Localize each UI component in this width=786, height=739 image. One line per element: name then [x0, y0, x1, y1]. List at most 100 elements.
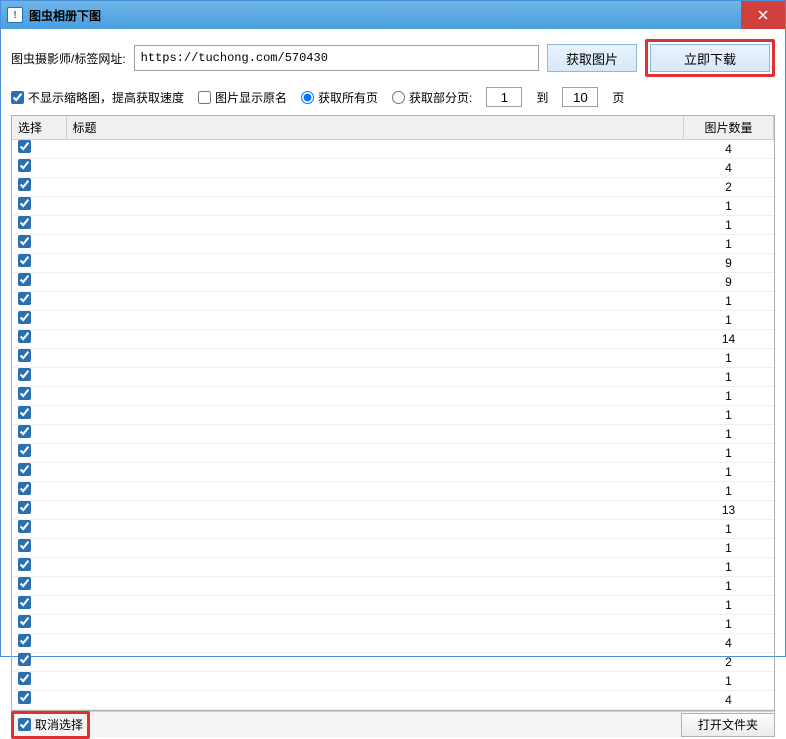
row-checkbox[interactable] — [18, 558, 31, 571]
row-checkbox[interactable] — [18, 444, 31, 457]
row-checkbox[interactable] — [18, 653, 31, 666]
page-to-input[interactable] — [562, 87, 598, 107]
table-row[interactable]: 1 — [12, 292, 774, 311]
all-pages-option[interactable]: 获取所有页 — [301, 89, 378, 106]
table-row[interactable]: 14 — [12, 330, 774, 349]
table-row[interactable]: 1 — [12, 235, 774, 254]
table-row[interactable]: 1 — [12, 349, 774, 368]
fetch-button[interactable]: 获取图片 — [547, 44, 637, 72]
row-checkbox[interactable] — [18, 482, 31, 495]
partial-pages-option[interactable]: 获取部分页: — [392, 89, 472, 106]
row-checkbox[interactable] — [18, 520, 31, 533]
row-title-cell — [66, 501, 684, 520]
table-row[interactable]: 1 — [12, 577, 774, 596]
row-checkbox[interactable] — [18, 216, 31, 229]
row-checkbox[interactable] — [18, 311, 31, 324]
table-row[interactable]: 1 — [12, 368, 774, 387]
table-row[interactable]: 2 — [12, 653, 774, 672]
row-checkbox[interactable] — [18, 672, 31, 685]
row-checkbox[interactable] — [18, 273, 31, 286]
table-row[interactable]: 4 — [12, 691, 774, 710]
table-row[interactable]: 9 — [12, 254, 774, 273]
col-select[interactable]: 选择 — [12, 116, 66, 140]
row-title-cell — [66, 159, 684, 178]
row-title-cell — [66, 330, 684, 349]
table-row[interactable]: 1 — [12, 520, 774, 539]
row-count-cell: 1 — [684, 463, 774, 482]
close-icon — [758, 10, 768, 20]
row-title-cell — [66, 311, 684, 330]
table-row[interactable]: 1 — [12, 406, 774, 425]
row-checkbox[interactable] — [18, 425, 31, 438]
row-checkbox[interactable] — [18, 159, 31, 172]
row-checkbox[interactable] — [18, 596, 31, 609]
row-count-cell: 1 — [684, 539, 774, 558]
table-row[interactable]: 1 — [12, 596, 774, 615]
row-checkbox[interactable] — [18, 349, 31, 362]
row-title-cell — [66, 596, 684, 615]
row-select-cell — [12, 216, 66, 235]
open-folder-button[interactable]: 打开文件夹 — [681, 713, 775, 737]
close-button[interactable] — [741, 1, 785, 29]
row-count-cell: 1 — [684, 387, 774, 406]
row-checkbox[interactable] — [18, 463, 31, 476]
table-row[interactable]: 1 — [12, 216, 774, 235]
table-row[interactable]: 1 — [12, 197, 774, 216]
all-pages-radio[interactable] — [301, 91, 314, 104]
row-checkbox[interactable] — [18, 501, 31, 514]
table-scroll[interactable]: 选择 标题 图片数量 44211199111411111111131111114… — [12, 116, 774, 710]
no-thumbnail-option[interactable]: 不显示缩略图，提高获取速度 — [11, 89, 184, 106]
row-checkbox[interactable] — [18, 634, 31, 647]
table-row[interactable]: 1 — [12, 482, 774, 501]
col-count[interactable]: 图片数量 — [684, 116, 774, 140]
row-title-cell — [66, 539, 684, 558]
row-checkbox[interactable] — [18, 235, 31, 248]
partial-pages-radio[interactable] — [392, 91, 405, 104]
table-row[interactable]: 1 — [12, 311, 774, 330]
row-checkbox[interactable] — [18, 691, 31, 704]
table-row[interactable]: 1 — [12, 672, 774, 691]
deselect-all-option[interactable]: 取消选择 — [18, 716, 83, 733]
table-row[interactable]: 2 — [12, 178, 774, 197]
page-from-input[interactable] — [486, 87, 522, 107]
row-checkbox[interactable] — [18, 292, 31, 305]
url-input[interactable] — [134, 45, 539, 71]
row-checkbox[interactable] — [18, 577, 31, 590]
table-row[interactable]: 4 — [12, 159, 774, 178]
table-row[interactable]: 4 — [12, 140, 774, 159]
row-checkbox[interactable] — [18, 254, 31, 267]
table-row[interactable]: 1 — [12, 615, 774, 634]
deselect-all-checkbox[interactable] — [18, 718, 31, 731]
table-row[interactable]: 1 — [12, 539, 774, 558]
row-checkbox[interactable] — [18, 368, 31, 381]
row-title-cell — [66, 444, 684, 463]
col-title[interactable]: 标题 — [66, 116, 684, 140]
row-title-cell — [66, 235, 684, 254]
table-row[interactable]: 4 — [12, 634, 774, 653]
row-title-cell — [66, 273, 684, 292]
row-checkbox[interactable] — [18, 615, 31, 628]
row-checkbox[interactable] — [18, 197, 31, 210]
row-count-cell: 1 — [684, 596, 774, 615]
table-row[interactable]: 1 — [12, 463, 774, 482]
table-row[interactable]: 1 — [12, 444, 774, 463]
download-button[interactable]: 立即下载 — [650, 44, 770, 72]
no-thumbnail-checkbox[interactable] — [11, 91, 24, 104]
row-count-cell: 4 — [684, 634, 774, 653]
row-checkbox[interactable] — [18, 539, 31, 552]
row-checkbox[interactable] — [18, 178, 31, 191]
row-count-cell: 2 — [684, 653, 774, 672]
show-original-name-option[interactable]: 图片显示原名 — [198, 89, 287, 106]
row-checkbox[interactable] — [18, 387, 31, 400]
table-row[interactable]: 13 — [12, 501, 774, 520]
table-row[interactable]: 9 — [12, 273, 774, 292]
table-row[interactable]: 1 — [12, 558, 774, 577]
table-row[interactable]: 1 — [12, 425, 774, 444]
row-checkbox[interactable] — [18, 330, 31, 343]
show-original-name-checkbox[interactable] — [198, 91, 211, 104]
row-title-cell — [66, 482, 684, 501]
row-title-cell — [66, 634, 684, 653]
row-checkbox[interactable] — [18, 140, 31, 153]
table-row[interactable]: 1 — [12, 387, 774, 406]
row-checkbox[interactable] — [18, 406, 31, 419]
